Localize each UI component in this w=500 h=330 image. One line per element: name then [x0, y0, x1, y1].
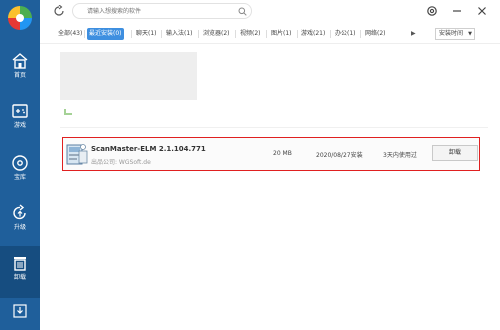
disc-icon — [12, 155, 28, 171]
tab-recently-installed[interactable]: 最近安装(0) — [87, 28, 124, 40]
sort-select[interactable]: 安装时间 ▼ — [435, 28, 475, 40]
tab-divider — [266, 30, 267, 38]
tab-video[interactable]: 视频(2) — [238, 28, 263, 40]
software-list: ScanMaster-ELM 2.1.104.771 出品公司: WGSoft.… — [40, 45, 500, 330]
search-box[interactable] — [72, 3, 252, 19]
tab-chat[interactable]: 聊天(1) — [134, 28, 159, 40]
tab-input-method[interactable]: 输入法(1) — [164, 28, 195, 40]
app-logo-icon — [8, 6, 32, 30]
tab-all[interactable]: 全部(43) — [56, 28, 84, 40]
sidebar-item-label: 卸载 — [13, 274, 26, 281]
sort-select-value: 安装时间 — [439, 30, 464, 37]
close-icon[interactable] — [476, 5, 488, 17]
sidebar-item-uninstall[interactable]: 卸载 — [0, 246, 40, 298]
tab-browser[interactable]: 浏览器(2) — [201, 28, 232, 40]
uninstall-button[interactable]: 卸载 — [432, 145, 478, 161]
sidebar-item-label: 升级 — [13, 224, 26, 231]
tab-divider — [297, 30, 298, 38]
title-bar — [40, 0, 500, 24]
sidebar-item-label: 首页 — [13, 72, 26, 79]
sidebar-download-button[interactable] — [0, 296, 40, 330]
upgrade-icon — [13, 204, 26, 220]
download-icon — [13, 304, 27, 318]
list-divider — [60, 127, 488, 128]
tabs-scroll-right-icon[interactable]: ▶ — [411, 30, 416, 37]
sidebar-item-label: 宝库 — [13, 174, 26, 181]
tab-divider — [360, 30, 361, 38]
tab-divider — [235, 30, 236, 38]
tab-games[interactable]: 游戏(21) — [299, 28, 327, 40]
sidebar-item-games[interactable]: 游戏 — [0, 94, 40, 146]
sidebar-item-label: 游戏 — [13, 122, 26, 129]
home-icon — [12, 53, 28, 69]
category-tabs: 全部(43) 最近安装(0) 聊天(1) 输入法(1) 浏览器(2) 视频(2)… — [40, 24, 500, 44]
chevron-down-icon: ▼ — [468, 31, 472, 37]
refresh-icon[interactable] — [53, 5, 65, 17]
tab-network[interactable]: 网络(2) — [363, 28, 388, 40]
app-last-used: 3天内使用过 — [383, 152, 417, 159]
tab-divider — [330, 30, 331, 38]
minimize-icon[interactable] — [451, 5, 463, 17]
tab-divider — [131, 30, 132, 38]
sidebar-item-treasury[interactable]: 宝库 — [0, 146, 40, 198]
settings-icon[interactable] — [426, 5, 438, 17]
tab-images[interactable]: 图片(1) — [269, 28, 294, 40]
sidebar: 首页 游戏 宝库 升级 卸载 — [0, 0, 40, 330]
sidebar-item-upgrade[interactable]: 升级 — [0, 196, 40, 248]
software-manager-window: 首页 游戏 宝库 升级 卸载 请输入想搜索的软件 全部(43) 最近安装(0) … — [0, 0, 500, 330]
app-install-date: 2020/08/27安装 — [316, 152, 363, 159]
sidebar-item-home[interactable]: 首页 — [0, 44, 40, 96]
app-name: ScanMaster-ELM 2.1.104.771 — [91, 145, 206, 153]
tab-divider — [84, 30, 85, 38]
tab-office[interactable]: 办公(1) — [333, 28, 358, 40]
app-size: 20 MB — [273, 150, 292, 157]
search-input[interactable] — [87, 5, 237, 17]
search-icon[interactable] — [238, 7, 247, 16]
scanmaster-app-icon — [66, 144, 88, 165]
banner-placeholder — [60, 52, 197, 100]
app-publisher: 出品公司: WGSoft.de — [91, 159, 151, 166]
list-item[interactable]: ScanMaster-ELM 2.1.104.771 出品公司: WGSoft.… — [62, 137, 480, 171]
tab-divider — [198, 30, 199, 38]
tab-divider — [161, 30, 162, 38]
partial-item-icon — [64, 109, 72, 115]
trash-icon — [14, 257, 26, 271]
gamepad-icon — [12, 104, 28, 118]
